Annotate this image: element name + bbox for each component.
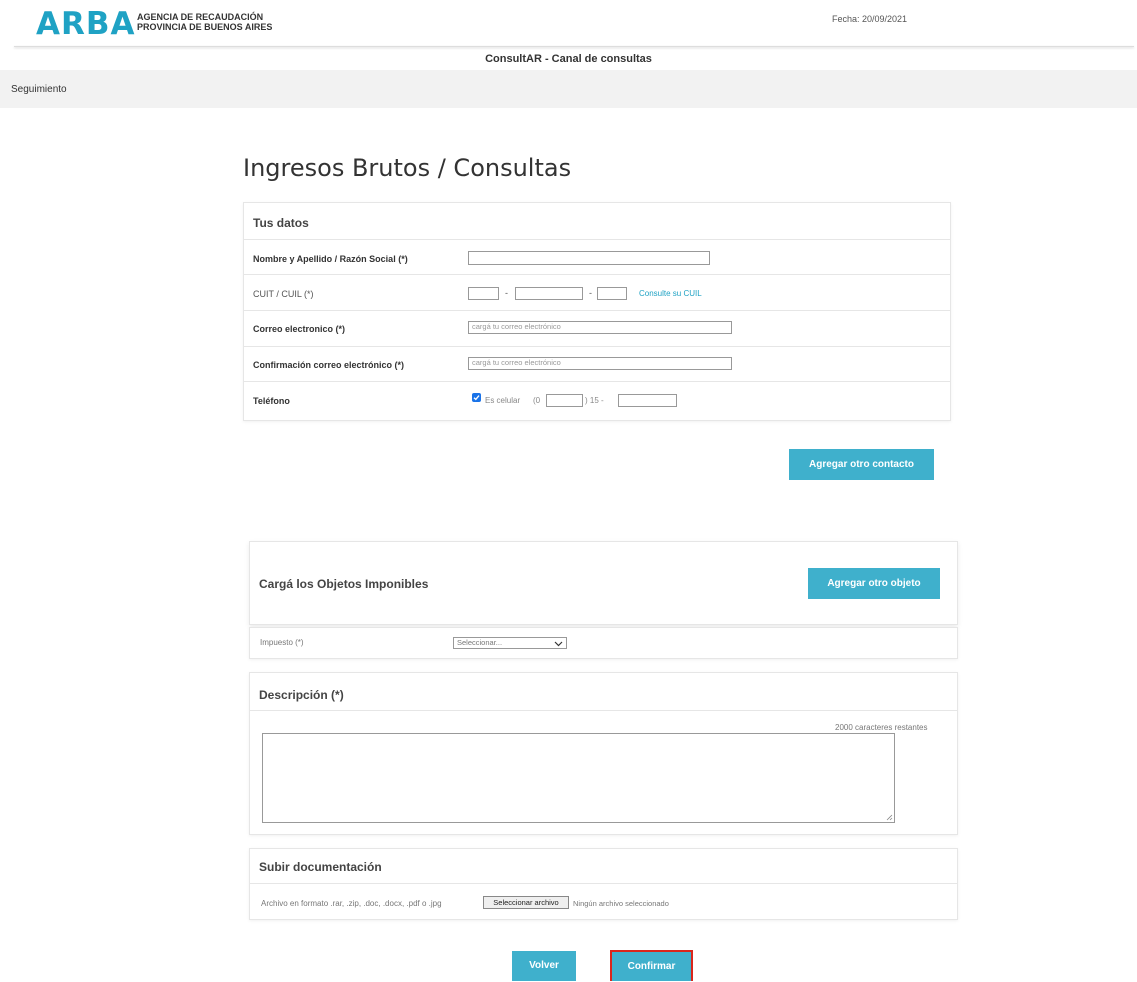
divider <box>244 346 950 347</box>
telefono-label: Teléfono <box>253 396 290 406</box>
documentacion-title: Subir documentación <box>259 860 382 874</box>
agency-line-2: PROVINCIA DE BUENOS AIRES <box>137 22 273 32</box>
channel-title: ConsultAR - Canal de consultas <box>485 53 652 65</box>
tus-datos-title: Tus datos <box>253 216 309 230</box>
divider <box>250 883 957 884</box>
arba-logo: ARBA <box>36 6 136 42</box>
confirmar-button[interactable]: Confirmar <box>610 950 693 981</box>
date-label: Fecha: 20/09/2021 <box>832 14 908 24</box>
cuit-suffix-input[interactable] <box>597 287 627 300</box>
nombre-label: Nombre y Apellido / Razón Social (*) <box>253 254 408 264</box>
descripcion-textarea[interactable] <box>262 733 895 823</box>
page-title: Ingresos Brutos / Consultas <box>243 154 572 182</box>
tus-datos-card: Tus datos Nombre y Apellido / Razón Soci… <box>243 202 951 421</box>
descripcion-title: Descripción (*) <box>259 688 344 702</box>
tel-prefix-label: (0 <box>533 396 541 405</box>
es-celular-checkbox[interactable] <box>472 393 481 402</box>
area-code-input[interactable] <box>546 394 583 407</box>
objetos-card: Cargá los Objetos Imponibles Agregar otr… <box>249 541 958 625</box>
confirm-correo-label: Confirmación correo electrónico (*) <box>253 360 405 370</box>
cuit-number-input[interactable] <box>515 287 583 300</box>
impuesto-selected-value: Seleccionar... <box>457 638 503 647</box>
nombre-input[interactable] <box>468 251 710 265</box>
cuit-label: CUIT / CUIL (*) <box>253 289 314 299</box>
documentacion-card: Subir documentación Archivo en formato .… <box>249 848 958 920</box>
correo-input[interactable]: cargá tu correo electrónico <box>468 321 732 334</box>
chevron-down-icon <box>554 641 563 647</box>
tel-mid-label: ) 15 - <box>585 396 604 405</box>
divider <box>244 310 950 311</box>
cuit-separator: - <box>505 288 508 298</box>
phone-number-input[interactable] <box>618 394 677 407</box>
consulte-cuil-link[interactable]: Consulte su CUIL <box>639 289 702 298</box>
agency-line-1: AGENCIA DE RECAUDACIÓN <box>137 12 264 22</box>
objetos-title: Cargá los Objetos Imponibles <box>259 577 429 591</box>
impuesto-label: Impuesto (*) <box>260 638 304 647</box>
impuesto-row: Impuesto (*) Seleccionar... <box>249 627 958 659</box>
cuit-prefix-input[interactable] <box>468 287 499 300</box>
select-file-button[interactable]: Seleccionar archivo <box>483 896 569 909</box>
divider <box>244 381 950 382</box>
seguimiento-link[interactable]: Seguimiento <box>11 84 67 95</box>
divider <box>244 239 950 240</box>
agency-name: AGENCIA DE RECAUDACIÓN PROVINCIA DE BUEN… <box>137 12 272 32</box>
cuit-separator: - <box>589 288 592 298</box>
confirm-correo-input[interactable]: cargá tu correo electrónico <box>468 357 732 370</box>
remaining-chars: 2000 caracteres restantes <box>835 723 928 732</box>
divider <box>250 710 957 711</box>
header-divider <box>14 46 1134 47</box>
volver-button[interactable]: Volver <box>512 951 576 981</box>
file-format-hint: Archivo en formato .rar, .zip, .doc, .do… <box>261 899 442 908</box>
divider <box>244 274 950 275</box>
check-icon <box>473 395 480 401</box>
impuesto-select[interactable]: Seleccionar... <box>453 637 567 649</box>
descripcion-card: Descripción (*) 2000 caracteres restante… <box>249 672 958 835</box>
es-celular-label: Es celular <box>485 396 521 405</box>
file-status: Ningún archivo seleccionado <box>573 899 669 908</box>
agregar-contacto-button[interactable]: Agregar otro contacto <box>789 449 934 480</box>
nav-bar <box>0 70 1137 108</box>
correo-label: Correo electronico (*) <box>253 324 346 334</box>
resize-handle-icon[interactable] <box>886 814 893 821</box>
agregar-objeto-button[interactable]: Agregar otro objeto <box>808 568 940 599</box>
